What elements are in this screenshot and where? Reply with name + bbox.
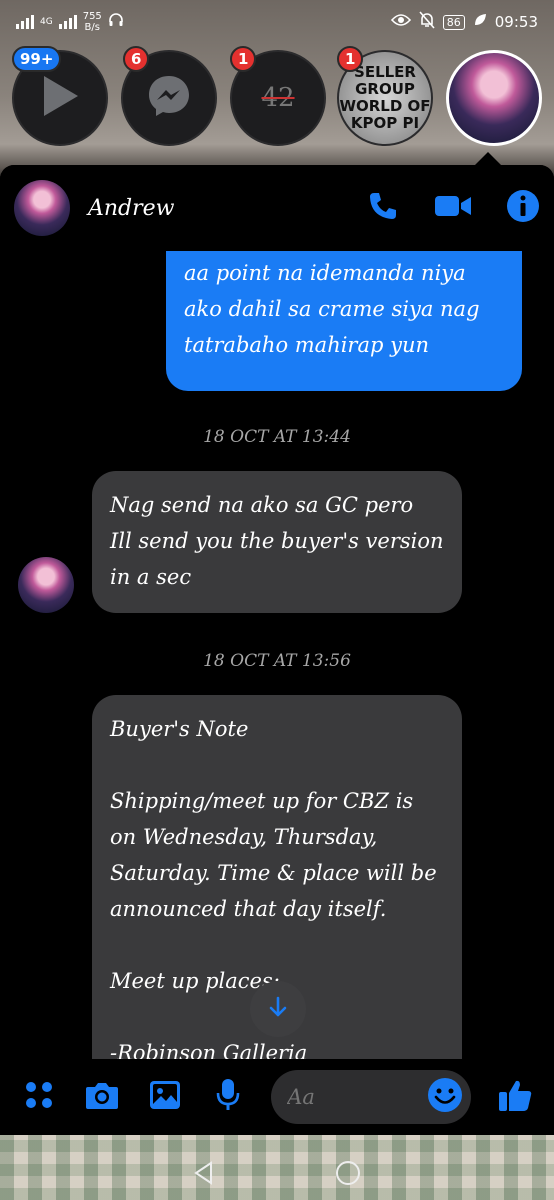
info-icon	[506, 189, 540, 227]
chat-head-messenger[interactable]: 6	[121, 46, 217, 146]
camera-button[interactable]	[83, 1077, 122, 1117]
like-button[interactable]	[495, 1077, 534, 1117]
home-icon[interactable]	[335, 1160, 361, 1190]
badge-count: 1	[230, 46, 257, 72]
status-bar: 4G 755 B/s 86 09:53	[0, 0, 554, 44]
badge-count: 6	[123, 46, 150, 72]
image-icon	[149, 1080, 181, 1114]
voice-message-button[interactable]	[208, 1077, 247, 1117]
grid-dots-icon	[24, 1080, 54, 1114]
camera-icon	[85, 1080, 119, 1114]
signal-icon-2	[58, 15, 77, 29]
network-speed-value: 755	[82, 11, 102, 22]
composer	[0, 1059, 554, 1135]
chat-head-seller-group[interactable]: SELLER GROUP WORLD OF KPOP PI 1	[337, 46, 433, 146]
outgoing-message[interactable]: aa point na idemanda niya ako dahil sa c…	[166, 251, 522, 391]
group-photo-line: GROUP	[355, 80, 415, 98]
play-icon	[38, 72, 82, 124]
badge-count: 99+	[12, 46, 62, 72]
more-actions-button[interactable]	[20, 1077, 59, 1117]
phone-icon	[367, 190, 399, 226]
avatar[interactable]	[14, 180, 70, 236]
thumbs-up-icon	[497, 1077, 533, 1117]
message-input-container[interactable]	[271, 1070, 472, 1124]
gallery-button[interactable]	[146, 1077, 185, 1117]
network-type: 4G	[40, 16, 53, 27]
status-left: 4G 755 B/s	[16, 11, 124, 33]
network-speed-unit: B/s	[84, 22, 100, 33]
signal-icon	[16, 15, 34, 29]
system-nav-bar	[0, 1150, 554, 1200]
group-photo-line: KPOP PI	[350, 114, 420, 132]
scroll-to-bottom-button[interactable]	[250, 981, 306, 1037]
chat-head-andrew[interactable]	[446, 50, 542, 146]
eye-icon	[390, 13, 411, 31]
chat-heads-row: 99+ 6 42 1 SELLER GROUP WORLD OF KPOP PI…	[0, 46, 554, 150]
chat-head-42[interactable]: 42 1	[230, 46, 326, 146]
header-actions	[366, 189, 540, 227]
incoming-message[interactable]: Nag send na ako sa GC pero Ill send you …	[92, 471, 462, 613]
info-button[interactable]	[506, 189, 540, 227]
leaf-icon	[473, 13, 487, 31]
bell-muted-icon	[419, 11, 435, 33]
voice-call-button[interactable]	[366, 191, 400, 225]
back-icon[interactable]	[193, 1161, 215, 1189]
chat-header: Andrew	[0, 165, 554, 251]
headset-icon	[108, 12, 124, 32]
microphone-icon	[216, 1078, 240, 1116]
video-camera-icon	[434, 193, 472, 223]
status-right: 86 09:53	[390, 11, 538, 33]
chat-panel: Andrew aa point na idemanda niya ako dah…	[0, 165, 554, 1135]
messenger-icon	[145, 72, 193, 124]
chat-head-label: 42	[261, 83, 295, 113]
arrow-down-icon	[267, 996, 289, 1022]
emoji-icon[interactable]	[427, 1077, 463, 1117]
timestamp: 18 OCT AT 13:44	[203, 427, 351, 447]
network-speed: 755 B/s	[83, 11, 102, 33]
chat-head-pointer	[474, 152, 502, 166]
clock: 09:53	[494, 13, 538, 31]
contact-name[interactable]: Andrew	[88, 196, 175, 221]
message-list[interactable]: aa point na idemanda niya ako dahil sa c…	[0, 251, 554, 1059]
chat-head-video[interactable]: 99+	[12, 46, 108, 146]
message-input[interactable]	[287, 1085, 428, 1109]
battery-level: 86	[442, 14, 465, 30]
video-call-button[interactable]	[434, 191, 472, 225]
timestamp: 18 OCT AT 13:56	[203, 651, 351, 671]
avatar[interactable]	[18, 557, 74, 613]
group-photo-line: WORLD OF	[339, 97, 431, 115]
